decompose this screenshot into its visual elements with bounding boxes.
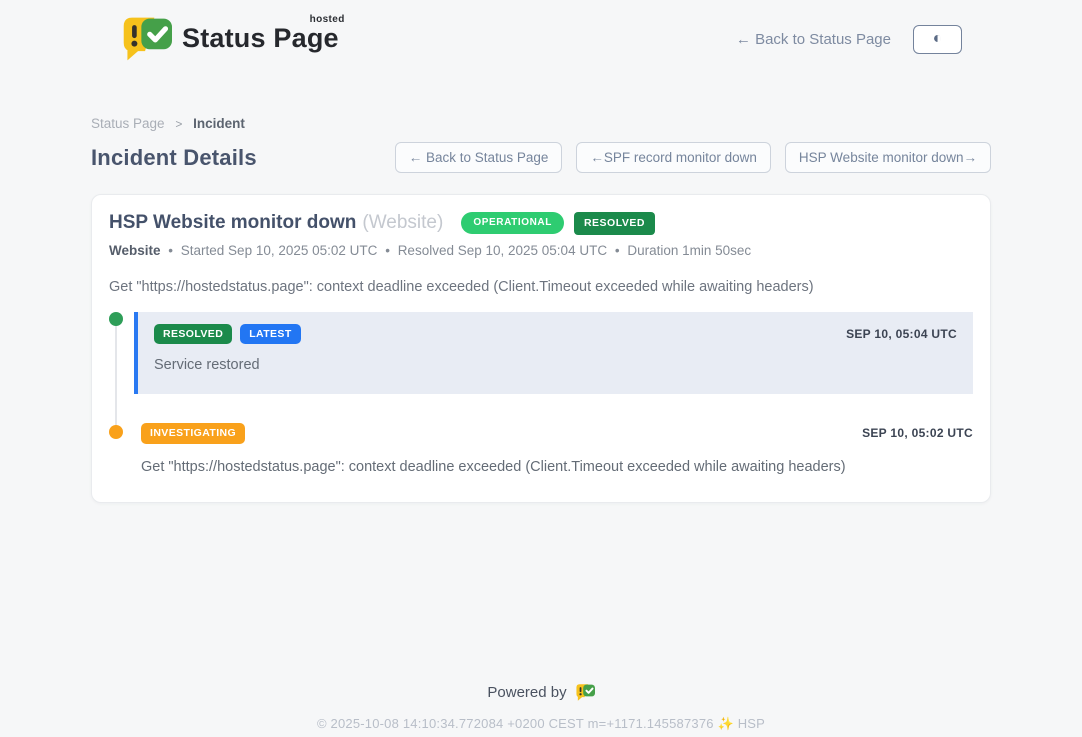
powered-by-label: Powered by xyxy=(487,684,566,701)
incident-description: Get "https://hostedstatus.page": context… xyxy=(109,279,973,295)
investigating-badge: INVESTIGATING xyxy=(141,423,245,444)
prev-incident-button[interactable]: ←SPF record monitor down xyxy=(576,142,771,173)
timeline-dot-green xyxy=(109,312,123,326)
operational-status-badge: OPERATIONAL xyxy=(461,212,564,234)
meta-separator: • xyxy=(615,243,620,258)
timeline-badges: INVESTIGATING xyxy=(141,423,245,444)
brand-text-wrap: Status Page hosted xyxy=(182,15,339,54)
timeline-message: Service restored xyxy=(154,357,957,373)
timeline-badges: RESOLVED LATEST xyxy=(154,324,301,345)
timeline-entry-header: INVESTIGATING SEP 10, 05:02 UTC xyxy=(141,423,973,444)
page-title: Incident Details xyxy=(91,145,257,171)
brand-name: Status Page xyxy=(182,23,339,53)
topbar-right: ← Back to Status Page ◐ xyxy=(736,25,962,54)
powered-by[interactable]: Powered by xyxy=(487,683,594,702)
breadcrumb-status-page[interactable]: Status Page xyxy=(91,116,165,131)
timeline-entry-content: INVESTIGATING SEP 10, 05:02 UTC Get "htt… xyxy=(134,423,973,475)
incident-duration: Duration 1min 50sec xyxy=(627,243,751,258)
resolved-badge: RESOLVED xyxy=(154,324,232,345)
incident-card: HSP Website monitor down (Website) OPERA… xyxy=(91,194,991,503)
incident-meta-line: Website • Started Sep 10, 2025 05:02 UTC… xyxy=(109,243,973,258)
theme-toggle-button[interactable]: ◐ xyxy=(913,25,962,54)
incident-title: HSP Website monitor down xyxy=(109,212,356,234)
top-header: Status Page hosted ← Back to Status Page… xyxy=(0,0,1082,64)
timeline-entry-investigating: INVESTIGATING SEP 10, 05:02 UTC Get "htt… xyxy=(109,423,973,475)
copyright-line: © 2025-10-08 14:10:34.772084 +0200 CEST … xyxy=(0,716,1082,732)
back-to-status-page-link[interactable]: ← Back to Status Page xyxy=(736,31,891,48)
resolved-time: Resolved Sep 10, 2025 05:04 UTC xyxy=(398,243,607,258)
meta-separator: • xyxy=(168,243,173,258)
status-page-logo-icon-small xyxy=(575,683,595,702)
incident-nav-buttons: ← Back to Status Page ←SPF record monito… xyxy=(395,142,991,173)
page-footer: Powered by © 2025-10-08 14:10:34.772084 … xyxy=(0,683,1082,732)
title-row: Incident Details ← Back to Status Page ←… xyxy=(91,142,991,173)
monitor-name: Website xyxy=(109,243,161,258)
incident-component: (Website) xyxy=(362,212,443,234)
timeline-entry-header: RESOLVED LATEST SEP 10, 05:04 UTC xyxy=(154,324,957,345)
back-to-status-page-button[interactable]: ← Back to Status Page xyxy=(395,142,563,173)
next-incident-button[interactable]: HSP Website monitor down→ xyxy=(785,142,991,173)
started-time: Started Sep 10, 2025 05:02 UTC xyxy=(181,243,378,258)
timeline-entry-resolved: RESOLVED LATEST SEP 10, 05:04 UTC Servic… xyxy=(109,312,973,395)
half-circle-icon: ◐ xyxy=(933,31,943,47)
brand-hosted-tag: hosted xyxy=(310,14,345,25)
timeline-message: Get "https://hostedstatus.page": context… xyxy=(141,459,973,475)
status-page-logo-icon xyxy=(120,15,172,63)
meta-separator: • xyxy=(385,243,390,258)
timeline-entry-content: RESOLVED LATEST SEP 10, 05:04 UTC Servic… xyxy=(134,312,973,395)
main-content: Status Page > Incident Incident Details … xyxy=(91,116,991,503)
breadcrumb-separator: > xyxy=(175,117,182,131)
timeline-timestamp: SEP 10, 05:02 UTC xyxy=(862,426,973,440)
incident-title-row: HSP Website monitor down (Website) OPERA… xyxy=(109,212,973,235)
breadcrumb-incident: Incident xyxy=(193,116,245,131)
incident-timeline: RESOLVED LATEST SEP 10, 05:04 UTC Servic… xyxy=(109,312,973,475)
brand-logo[interactable]: Status Page hosted xyxy=(120,15,339,63)
resolved-state-badge: RESOLVED xyxy=(574,212,655,235)
timeline-timestamp: SEP 10, 05:04 UTC xyxy=(846,327,957,341)
timeline-dot-orange xyxy=(109,425,123,439)
latest-badge: LATEST xyxy=(240,324,300,345)
breadcrumb: Status Page > Incident xyxy=(91,116,991,131)
